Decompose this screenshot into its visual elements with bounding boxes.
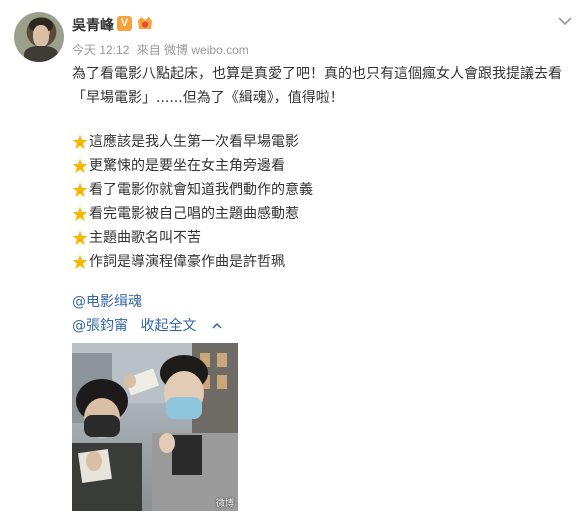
avatar[interactable] — [14, 12, 64, 62]
photo-watermark: 微博 — [215, 498, 234, 508]
list-item-text: 這應該是我人生第一次看早場電影 — [89, 134, 299, 150]
post-list: 這應該是我人生第一次看早場電影 更驚悚的是要坐在女主角旁邊看 看了電影你就會知道… — [72, 130, 572, 274]
star-icon — [72, 231, 88, 245]
post-meta: 今天 12:12 來自 微博 weibo.com — [72, 41, 253, 58]
mention-movie[interactable]: @电影缉魂 — [72, 292, 142, 312]
post-time[interactable]: 今天 12:12 — [72, 43, 129, 57]
list-item-text: 主題曲歌名叫不苦 — [89, 230, 201, 246]
post-source[interactable]: 來自 微博 weibo.com — [137, 43, 249, 57]
member-badge-icon[interactable] — [136, 15, 154, 32]
star-icon — [72, 159, 88, 173]
chevron-down-icon[interactable] — [556, 14, 574, 28]
list-item-text: 看了電影你就會知道我們動作的意義 — [89, 182, 313, 198]
post-body: 為了看電影八點起床，也算是真愛了吧！真的也只有這個瘋女人會跟我提議去看 「早場電… — [72, 62, 577, 110]
list-item-text: 更驚悚的是要坐在女主角旁邊看 — [89, 158, 285, 174]
mention-row: @張鈞甯 收起全文 — [72, 316, 223, 336]
chevron-up-icon[interactable] — [211, 321, 223, 331]
post-line-2: 「早場電影」......但為了《緝魂》，值得啦！ — [72, 90, 344, 106]
verified-badge-icon[interactable]: V — [117, 16, 132, 31]
star-icon — [72, 135, 88, 149]
avatar-body — [24, 46, 58, 62]
list-item: 主題曲歌名叫不苦 — [72, 226, 572, 250]
list-item-text: 作詞是導演程偉豪作曲是許哲珮 — [89, 254, 285, 270]
avatar-face — [33, 25, 49, 47]
collapse-button[interactable]: 收起全文 — [140, 318, 196, 334]
list-item: 看完電影被自己唱的主題曲感動惹 — [72, 202, 572, 226]
star-icon — [72, 255, 88, 269]
list-item-text: 看完電影被自己唱的主題曲感動惹 — [89, 206, 299, 222]
star-icon — [72, 183, 88, 197]
mention-actress[interactable]: @張鈞甯 — [72, 318, 128, 334]
list-item: 作詞是導演程偉豪作曲是許哲珮 — [72, 250, 572, 274]
list-item: 更驚悚的是要坐在女主角旁邊看 — [72, 154, 572, 178]
post-line-1: 為了看電影八點起床，也算是真愛了吧！真的也只有這個瘋女人會跟我提議去看 — [72, 66, 562, 82]
post-photo[interactable]: 微博 — [72, 343, 238, 511]
star-icon — [72, 207, 88, 221]
list-item: 這應該是我人生第一次看早場電影 — [72, 130, 572, 154]
photo-scene — [72, 343, 238, 511]
list-item: 看了電影你就會知道我們動作的意義 — [72, 178, 572, 202]
username[interactable]: 吳青峰 — [72, 15, 114, 35]
